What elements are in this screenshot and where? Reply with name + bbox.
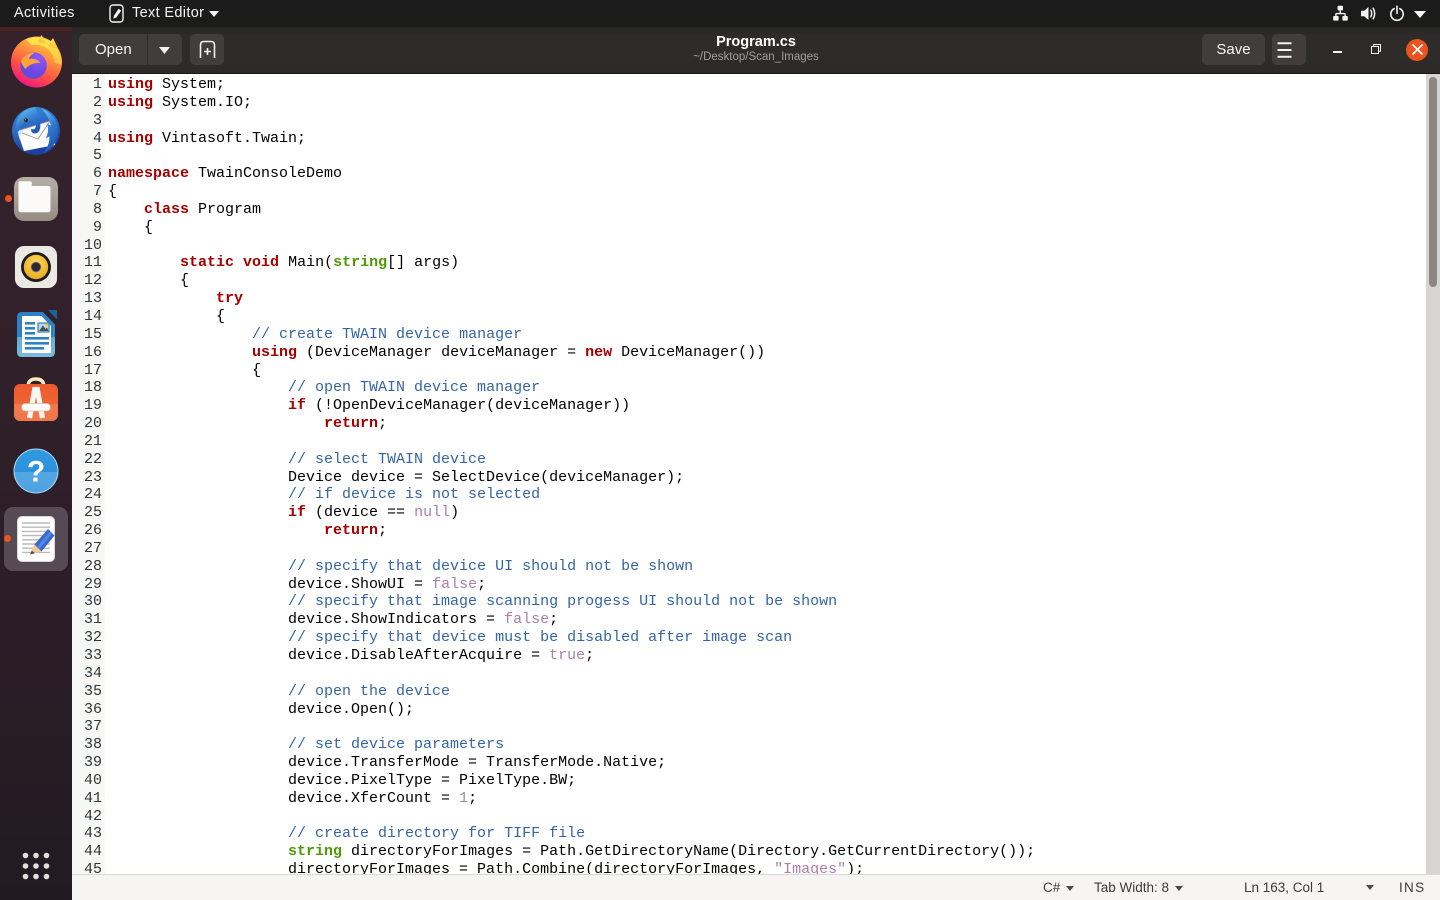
svg-text:?: ? (27, 456, 45, 489)
